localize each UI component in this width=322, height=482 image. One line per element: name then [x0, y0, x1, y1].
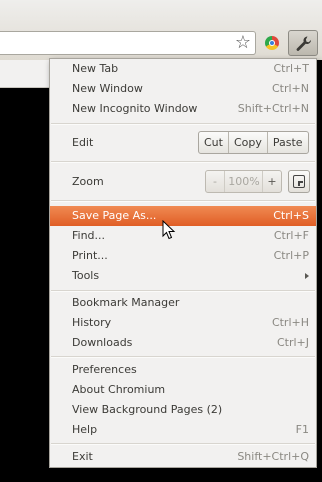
menu-item-label: Print...	[72, 249, 108, 262]
wrench-icon	[296, 36, 312, 51]
menu-item-label: New Tab	[72, 62, 119, 75]
mouse-pointer-icon	[162, 220, 176, 240]
menu-item-new-tab[interactable]: New Tab Ctrl+T	[50, 59, 316, 79]
menu-item-label: Tools	[72, 269, 100, 282]
menu-item-label: Zoom	[72, 175, 104, 188]
menu-item-preferences[interactable]: Preferences	[50, 360, 316, 380]
menu-item-history[interactable]: History Ctrl+H	[50, 313, 316, 333]
menu-item-shortcut: Ctrl+T	[273, 62, 309, 75]
zoom-in-button[interactable]: +	[262, 171, 281, 192]
menu-item-label: Save Page As...	[72, 209, 157, 222]
menu-separator	[51, 443, 315, 445]
menu-item-shortcut: F1	[295, 423, 309, 436]
menu-separator	[51, 123, 315, 125]
menu-item-shortcut: Shift+Ctrl+N	[237, 102, 309, 115]
menu-item-label: History	[72, 316, 112, 329]
menu-separator	[51, 161, 315, 163]
menu-item-shortcut: Ctrl+N	[271, 82, 309, 95]
menu-item-tools[interactable]: Tools	[50, 266, 316, 286]
menu-item-new-window[interactable]: New Window Ctrl+N	[50, 79, 316, 99]
submenu-arrow-icon	[305, 273, 309, 279]
menu-separator	[51, 290, 315, 292]
menu-item-label: Bookmark Manager	[72, 296, 180, 309]
menu-item-view-background-pages[interactable]: View Background Pages (2)	[50, 400, 316, 420]
menu-separator	[51, 200, 315, 202]
menu-item-exit[interactable]: Exit Shift+Ctrl+Q	[50, 447, 316, 467]
browser-toolbar: ☆	[0, 0, 322, 60]
zoom-control: - 100% +	[205, 170, 282, 193]
menu-item-save-page-as[interactable]: Save Page As... Ctrl+S	[50, 206, 316, 226]
zoom-out-button[interactable]: -	[206, 171, 225, 192]
menu-item-label: View Background Pages (2)	[72, 403, 223, 416]
menu-item-shortcut: Ctrl+J	[276, 336, 309, 349]
copy-button[interactable]: Copy	[229, 132, 268, 153]
menu-item-label: Find...	[72, 229, 106, 242]
menu-item-label: New Window	[72, 82, 143, 95]
wrench-menu: New Tab Ctrl+T New Window Ctrl+N New Inc…	[49, 58, 317, 468]
menu-item-label: Preferences	[72, 363, 137, 376]
menu-item-bookmark-manager[interactable]: Bookmark Manager	[50, 293, 316, 313]
menu-separator	[51, 356, 315, 358]
menu-item-label: Edit	[72, 136, 94, 149]
menu-item-label: About Chromium	[72, 383, 166, 396]
menu-item-new-incognito-window[interactable]: New Incognito Window Shift+Ctrl+N	[50, 99, 316, 119]
cut-button[interactable]: Cut	[199, 132, 229, 153]
bookmarks-strip	[0, 60, 50, 88]
menu-item-label: Help	[72, 423, 98, 436]
zoom-level: 100%	[228, 175, 260, 188]
menu-item-shortcut: Ctrl+S	[273, 209, 309, 222]
menu-item-print[interactable]: Print... Ctrl+P	[50, 246, 316, 266]
edit-button-group: Cut Copy Paste	[198, 131, 309, 154]
fullscreen-button[interactable]	[288, 170, 310, 193]
menu-item-shortcut: Ctrl+F	[273, 229, 309, 242]
paste-button[interactable]: Paste	[268, 132, 308, 153]
menu-item-downloads[interactable]: Downloads Ctrl+J	[50, 333, 316, 353]
address-bar[interactable]: ☆	[0, 31, 256, 55]
fullscreen-icon	[293, 175, 305, 188]
menu-item-about[interactable]: About Chromium	[50, 380, 316, 400]
menu-item-label: Exit	[72, 450, 93, 463]
menu-item-label: New Incognito Window	[72, 102, 198, 115]
menu-item-find[interactable]: Find... Ctrl+F	[50, 226, 316, 246]
star-icon[interactable]: ☆	[235, 33, 251, 53]
wrench-menu-button[interactable]	[288, 30, 318, 56]
chromium-icon[interactable]	[265, 36, 279, 50]
menu-item-label: Downloads	[72, 336, 133, 349]
menu-item-shortcut: Shift+Ctrl+Q	[237, 450, 309, 463]
menu-item-help[interactable]: Help F1	[50, 420, 316, 440]
menu-item-shortcut: Ctrl+P	[273, 249, 309, 262]
menu-item-shortcut: Ctrl+H	[271, 316, 309, 329]
